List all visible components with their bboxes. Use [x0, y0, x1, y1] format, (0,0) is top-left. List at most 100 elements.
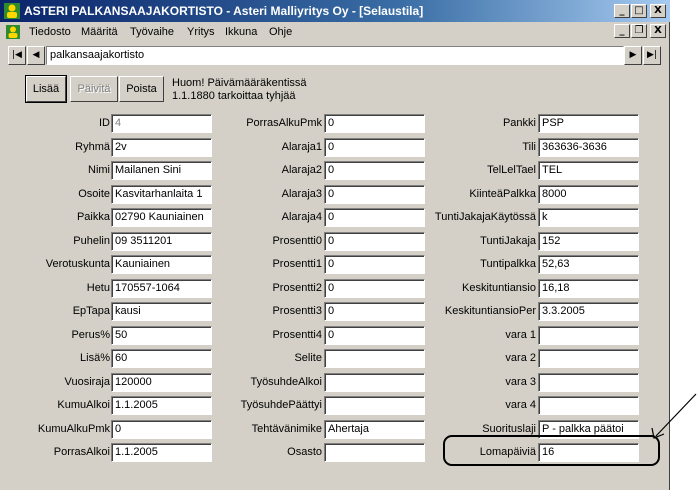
label-nimi: Nimi [88, 164, 110, 176]
delete-button[interactable]: Poista [119, 76, 164, 102]
input-ryhmä[interactable]: 2v [111, 138, 212, 157]
label-verotuskunta: Verotuskunta [45, 258, 110, 270]
label-tehtävänimike: Tehtävänimike [251, 423, 322, 435]
input-perus[interactable]: 50 [111, 326, 212, 345]
input-lisä[interactable]: 60 [111, 349, 212, 368]
label-prosentti2: Prosentti2 [272, 282, 322, 294]
app-window: ASTERI PALKANSAAJAKORTISTO - Asteri Mall… [0, 0, 670, 490]
input-selite[interactable] [324, 349, 425, 368]
next-record-button[interactable]: ▶ [624, 46, 642, 65]
close-button[interactable]: X [650, 4, 666, 18]
input-keskituntiansioper[interactable]: 3.3.2005 [538, 302, 639, 321]
label-selite: Selite [294, 352, 322, 364]
label-prosentti4: Prosentti4 [272, 329, 322, 341]
input-kumualkoi[interactable]: 1.1.2005 [111, 396, 212, 415]
input-nimi[interactable]: Mailanen Sini [111, 161, 212, 180]
input-alaraja4[interactable]: 0 [324, 208, 425, 227]
input-työsuhdealkoi[interactable] [324, 373, 425, 392]
input-id[interactable]: 4 [111, 114, 212, 133]
window-title: ASTERI PALKANSAAJAKORTISTO - Asteri Mall… [24, 4, 424, 18]
label-alaraja4: Alaraja4 [281, 211, 322, 223]
input-verotuskunta[interactable]: Kauniainen [111, 255, 212, 274]
label-tuntijakajakäytössä: TuntiJakajaKäytössä [434, 211, 536, 223]
input-prosentti4[interactable]: 0 [324, 326, 425, 345]
input-alaraja2[interactable]: 0 [324, 161, 425, 180]
label-tili: Tili [522, 141, 536, 153]
input-telleltael[interactable]: TEL [538, 161, 639, 180]
input-prosentti0[interactable]: 0 [324, 232, 425, 251]
input-osasto[interactable] [324, 443, 425, 462]
input-alaraja3[interactable]: 0 [324, 185, 425, 204]
label-vara-2: vara 2 [505, 352, 536, 364]
input-tuntijakaja[interactable]: 152 [538, 232, 639, 251]
input-porrasalkoi[interactable]: 1.1.2005 [111, 443, 212, 462]
input-puhelin[interactable]: 09 3511201 [111, 232, 212, 251]
input-työsuhdepäättyi[interactable] [324, 396, 425, 415]
last-record-button[interactable]: ▶| [643, 46, 661, 65]
input-tili[interactable]: 363636-3636 [538, 138, 639, 157]
menu-tyovaihe[interactable]: Työvaihe [130, 26, 174, 38]
child-minimize-button[interactable]: _ [614, 24, 630, 38]
input-prosentti3[interactable]: 0 [324, 302, 425, 321]
label-puhelin: Puhelin [73, 235, 110, 247]
input-tuntijakajakäytössä[interactable]: k [538, 208, 639, 227]
date-notice: Huom! Päivämääräkentissä 1.1.1880 tarkoi… [172, 77, 307, 103]
input-vara-3[interactable] [538, 373, 639, 392]
input-tuntipalkka[interactable]: 52,63 [538, 255, 639, 274]
add-button[interactable]: Lisää [25, 75, 67, 103]
input-tehtävänimike[interactable]: Ahertaja [324, 420, 425, 439]
input-prosentti2[interactable]: 0 [324, 279, 425, 298]
input-paikka[interactable]: 02790 Kauniainen [111, 208, 212, 227]
input-alaraja1[interactable]: 0 [324, 138, 425, 157]
input-vuosiraja[interactable]: 120000 [111, 373, 212, 392]
input-osoite[interactable]: Kasvitarhanlaita 1 [111, 185, 212, 204]
label-pankki: Pankki [502, 117, 536, 129]
menu-yritys[interactable]: Yritys [187, 26, 215, 38]
input-kiinteäpalkka[interactable]: 8000 [538, 185, 639, 204]
input-vara-1[interactable] [538, 326, 639, 345]
label-vara-4: vara 4 [505, 399, 536, 411]
title-bar[interactable]: ASTERI PALKANSAAJAKORTISTO - Asteri Mall… [0, 0, 670, 22]
label-osoite: Osoite [78, 188, 110, 200]
label-kiinteäpalkka: KiinteäPalkka [469, 188, 536, 200]
child-close-button[interactable]: X [650, 24, 666, 38]
label-paikka: Paikka [76, 211, 110, 223]
label-alaraja1: Alaraja1 [281, 141, 322, 153]
minimize-button[interactable]: _ [614, 4, 630, 18]
label-vara-1: vara 1 [505, 329, 536, 341]
label-osasto: Osasto [287, 446, 322, 458]
label-porrasalkupmk: PorrasAlkuPmk [246, 117, 322, 129]
menu-maarita[interactable]: Määritä [81, 26, 118, 38]
child-restore-button[interactable]: ❐ [631, 24, 647, 38]
input-eptapa[interactable]: kausi [111, 302, 212, 321]
input-prosentti1[interactable]: 0 [324, 255, 425, 274]
input-vara-4[interactable] [538, 396, 639, 415]
app-person-icon [4, 3, 20, 19]
first-record-button[interactable]: |◀ [8, 46, 26, 65]
label-alaraja3: Alaraja3 [281, 188, 322, 200]
input-keskituntiansio[interactable]: 16,18 [538, 279, 639, 298]
label-hetu: Hetu [86, 282, 110, 294]
label-ryhmä: Ryhmä [75, 141, 110, 153]
menu-ikkuna[interactable]: Ikkuna [225, 26, 257, 38]
input-vara-2[interactable] [538, 349, 639, 368]
label-tuntipalkka: Tuntipalkka [480, 258, 536, 270]
label-lisä: Lisä% [80, 352, 110, 364]
input-porrasalkupmk[interactable]: 0 [324, 114, 425, 133]
menu-tiedosto[interactable]: Tiedosto [29, 26, 71, 38]
input-kumualkupmk[interactable]: 0 [111, 420, 212, 439]
label-keskituntiansio: Keskituntiansio [462, 282, 536, 294]
label-porrasalkoi: PorrasAlkoi [53, 446, 110, 458]
menu-ohje[interactable]: Ohje [269, 26, 292, 38]
label-alaraja2: Alaraja2 [281, 164, 322, 176]
document-person-icon[interactable] [6, 25, 20, 39]
prev-record-button[interactable]: ◀ [27, 46, 45, 65]
label-keskituntiansioper: KeskituntiansioPer [444, 305, 536, 317]
label-telleltael: TelLelTael [487, 164, 536, 176]
maximize-button[interactable]: □ [631, 4, 647, 18]
update-button[interactable]: Päivitä [70, 76, 118, 102]
record-name-field[interactable]: palkansaajakortisto [46, 46, 624, 65]
label-prosentti3: Prosentti3 [272, 305, 322, 317]
input-hetu[interactable]: 170557-1064 [111, 279, 212, 298]
input-pankki[interactable]: PSP [538, 114, 639, 133]
